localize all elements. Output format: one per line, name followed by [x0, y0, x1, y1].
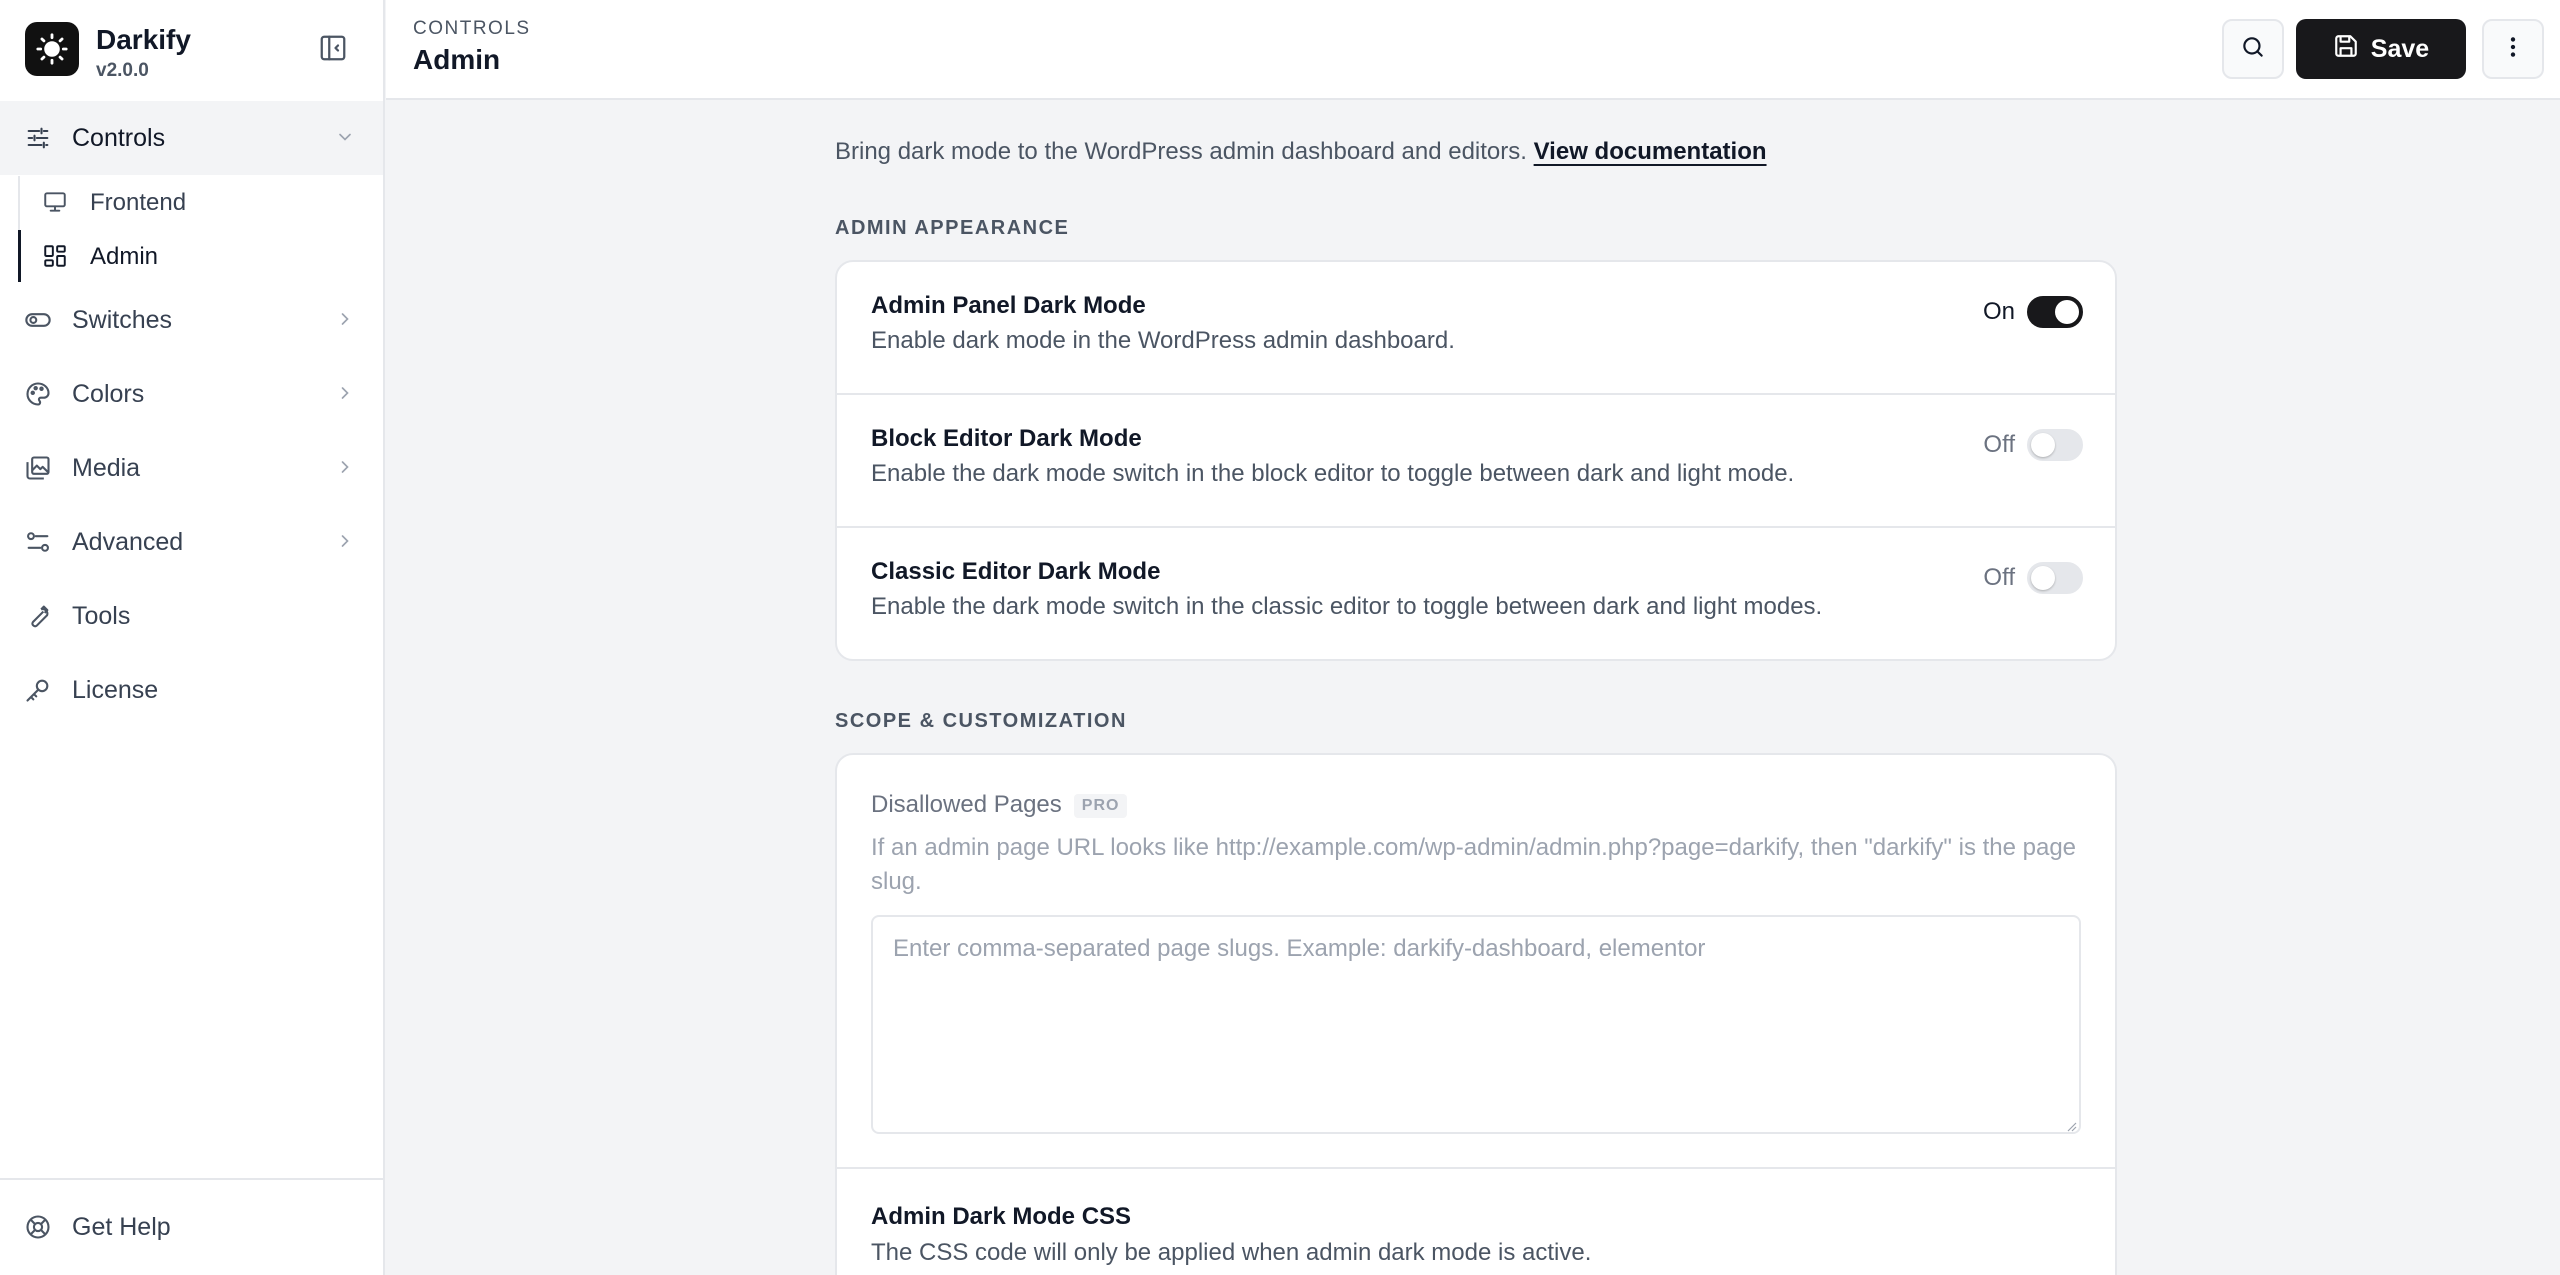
toggle-icon: [24, 306, 52, 334]
toggle-switch[interactable]: [2027, 429, 2083, 461]
images-icon: [24, 454, 52, 482]
search-icon: [2240, 34, 2266, 65]
setting-description: Enable the dark mode switch in the block…: [871, 460, 1795, 487]
toggle-knob: [2055, 300, 2079, 324]
setting-admin-dark-mode-css: Admin Dark Mode CSS The CSS code will on…: [837, 1169, 2115, 1275]
view-documentation-link[interactable]: View documentation: [1534, 138, 1767, 165]
get-help-label: Get Help: [72, 1212, 171, 1241]
setting-block-editor-dark-mode: Block Editor Dark Mode Enable the dark m…: [837, 395, 2115, 528]
sidebar-item-advanced[interactable]: Advanced: [0, 505, 383, 579]
setting-title: Block Editor Dark Mode: [871, 425, 1142, 452]
sidebar-item-label: Advanced: [72, 527, 184, 556]
page-title: Admin: [413, 44, 501, 75]
sidebar-item-label: Media: [72, 453, 141, 482]
sidebar-item-frontend[interactable]: Frontend: [20, 176, 383, 228]
sidebar-item-tools[interactable]: Tools: [0, 579, 383, 653]
chevron-right-icon: [335, 531, 355, 551]
toggle-state-label: Off: [1983, 431, 2015, 458]
monitor-icon: [42, 189, 68, 215]
sidebar-item-label: Switches: [72, 305, 173, 334]
floppy-disk-icon: [2333, 33, 2359, 66]
setting-disallowed-pages: Disallowed Pages PRO If an admin page URL…: [837, 755, 2115, 1169]
setting-admin-panel-dark-mode: Admin Panel Dark Mode Enable dark mode i…: [837, 262, 2115, 395]
admin-panel-dark-mode-toggle[interactable]: On: [1983, 296, 2083, 328]
sidebar-item-controls[interactable]: Controls: [0, 101, 383, 175]
brand-name: Darkify: [96, 24, 191, 55]
toggle-state-label: On: [1982, 298, 2015, 325]
setting-description: If an admin page URL looks like http://e…: [871, 834, 2077, 895]
sidebar: Darkify v2.0.0 Controls Frontend Admin S…: [0, 0, 385, 1275]
intro-text: Bring dark mode to the WordPress admin d…: [835, 138, 1767, 166]
brand: Darkify v2.0.0: [25, 22, 365, 81]
lifebuoy-icon: [24, 1213, 52, 1241]
vertical-dots-icon: [2500, 34, 2526, 65]
dashboard-icon: [42, 243, 68, 269]
setting-description: Enable dark mode in the WordPress admin …: [871, 327, 1455, 354]
sliders-icon: [24, 124, 52, 152]
admin-appearance-card: Admin Panel Dark Mode Enable dark mode i…: [835, 260, 2117, 661]
setting-title: Classic Editor Dark Mode: [871, 558, 1161, 585]
advanced-settings-icon: [24, 528, 52, 556]
setting-description: The CSS code will only be applied when a…: [871, 1239, 1592, 1266]
breadcrumb: CONTROLS: [413, 18, 531, 39]
scope-customization-card: Disallowed Pages PRO If an admin page URL…: [835, 753, 2117, 1275]
top-header: CONTROLS Admin Save: [386, 0, 2560, 100]
toggle-switch[interactable]: [2027, 296, 2083, 328]
sun-logo-icon: [25, 22, 79, 76]
palette-icon: [24, 380, 52, 408]
sidebar-item-license[interactable]: License: [0, 653, 383, 727]
sidebar-item-switches[interactable]: Switches: [0, 283, 383, 357]
sidebar-footer: Get Help: [0, 1178, 383, 1275]
sidebar-collapse-icon[interactable]: [318, 33, 350, 65]
disallowed-pages-title: Disallowed Pages PRO: [871, 791, 1128, 819]
key-icon: [24, 676, 52, 704]
sidebar-item-media[interactable]: Media: [0, 431, 383, 505]
section-title-admin-appearance: ADMIN APPEARANCE: [835, 217, 1070, 239]
toggle-knob: [2031, 566, 2055, 590]
save-button[interactable]: Save: [2296, 19, 2466, 79]
section-title-scope-customization: SCOPE & CUSTOMIZATION: [835, 710, 1127, 732]
sidebar-item-label: Colors: [72, 379, 145, 408]
setting-title: Admin Dark Mode CSS: [871, 1203, 1132, 1230]
chevron-down-icon: [335, 127, 355, 147]
sidebar-item-label: License: [72, 675, 159, 704]
more-options-button[interactable]: [2482, 19, 2544, 79]
sidebar-item-label: Controls: [72, 123, 166, 152]
setting-description: Enable the dark mode switch in the class…: [871, 593, 1823, 620]
chevron-right-icon: [335, 457, 355, 477]
sidebar-item-admin[interactable]: Admin: [20, 230, 383, 282]
disallowed-pages-input[interactable]: [871, 915, 2081, 1134]
sidebar-item-colors[interactable]: Colors: [0, 357, 383, 431]
classic-editor-dark-mode-toggle[interactable]: Off: [1983, 562, 2083, 594]
setting-title: Disallowed Pages: [871, 791, 1062, 818]
pro-badge: PRO: [1073, 793, 1128, 818]
wrench-icon: [24, 602, 52, 630]
setting-title: Admin Panel Dark Mode: [871, 292, 1146, 319]
resize-grip-icon[interactable]: [2065, 1119, 2077, 1132]
block-editor-dark-mode-toggle[interactable]: Off: [1983, 429, 2083, 461]
get-help-link[interactable]: Get Help: [0, 1190, 383, 1264]
toggle-switch[interactable]: [2027, 562, 2083, 594]
toggle-state-label: Off: [1983, 564, 2015, 591]
sidebar-item-label: Tools: [72, 601, 131, 630]
setting-classic-editor-dark-mode: Classic Editor Dark Mode Enable the dark…: [837, 528, 2115, 659]
search-button[interactable]: [2222, 19, 2284, 79]
toggle-knob: [2031, 433, 2055, 457]
intro-description: Bring dark mode to the WordPress admin d…: [835, 138, 1527, 165]
chevron-right-icon: [335, 383, 355, 403]
chevron-right-icon: [335, 309, 355, 329]
sidebar-item-label: Frontend: [90, 189, 187, 216]
brand-version: v2.0.0: [96, 60, 149, 81]
save-label: Save: [2370, 34, 2430, 63]
sidebar-item-label: Admin: [90, 243, 159, 270]
